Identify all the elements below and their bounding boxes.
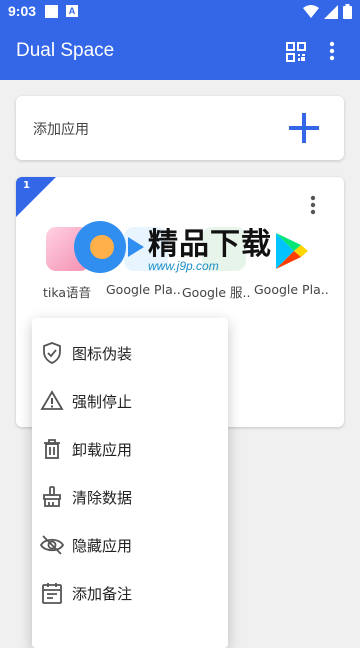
shield-check-icon xyxy=(43,342,61,364)
status-bar: 9:03 A xyxy=(0,0,360,24)
add-app-label: 添加应用 xyxy=(33,122,89,138)
cell-signal-icon xyxy=(324,4,338,19)
menu-item-label: 图标伪装 xyxy=(72,345,133,363)
menu-item-label: 添加备注 xyxy=(72,585,133,603)
battery-icon xyxy=(343,4,352,19)
notification-a-icon: A xyxy=(66,5,78,17)
status-time: 9:03 xyxy=(8,3,37,19)
menu-item-label: 隐藏应用 xyxy=(72,537,133,555)
add-icon[interactable] xyxy=(289,113,319,143)
menu-item-uninstall[interactable]: 卸载应用 xyxy=(32,425,228,473)
app-label: Google 服.. xyxy=(182,285,251,300)
menu-item-hide-app[interactable]: 隐藏应用 xyxy=(32,521,228,569)
menu-item-label: 强制停止 xyxy=(72,393,133,411)
calendar-note-icon xyxy=(42,583,62,604)
menu-item-label: 清除数据 xyxy=(72,489,133,507)
notification-square-icon xyxy=(45,5,58,18)
app-bar: Dual Space xyxy=(0,24,360,80)
eye-off-icon xyxy=(40,535,64,555)
add-app-card[interactable]: 添加应用 xyxy=(16,96,344,160)
google-services-app-icon[interactable] xyxy=(202,227,246,271)
wifi-icon xyxy=(303,4,319,18)
app-label: Google Pla.. xyxy=(254,282,329,297)
menu-item-add-note[interactable]: 添加备注 xyxy=(32,569,228,617)
space-corner-badge xyxy=(16,177,56,217)
app-title: Dual Space xyxy=(16,40,115,61)
menu-item-force-stop[interactable]: 强制停止 xyxy=(32,377,228,425)
overflow-menu-icon[interactable] xyxy=(329,40,335,62)
menu-item-disguise-icon[interactable]: 图标伪装 xyxy=(32,329,228,377)
qr-scan-icon[interactable] xyxy=(286,42,306,62)
app-context-menu: 图标伪装 强制停止 卸载应用 清除数据 隐藏应用 添加备注 xyxy=(32,318,228,648)
space-more-icon[interactable] xyxy=(310,195,316,215)
warning-icon xyxy=(40,390,64,410)
menu-item-clear-data[interactable]: 清除数据 xyxy=(32,473,228,521)
google-play-app-icon[interactable] xyxy=(124,227,168,271)
tika-app-icon[interactable] xyxy=(46,227,90,271)
menu-item-label: 卸载应用 xyxy=(72,441,133,459)
space-number: 1 xyxy=(23,180,30,191)
app-label: Google Pla.. xyxy=(106,282,181,297)
trash-icon xyxy=(44,439,60,459)
broom-icon xyxy=(43,486,61,507)
google-play-store-icon[interactable] xyxy=(274,231,310,271)
